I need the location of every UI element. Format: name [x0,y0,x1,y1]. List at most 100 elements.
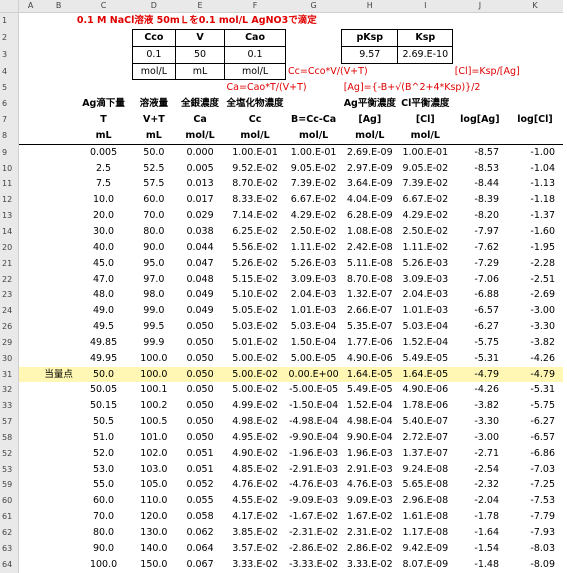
data-cell-col-1[interactable]: 105.0 [132,477,175,493]
data-cell-col-1[interactable]: 90.0 [132,240,175,256]
ksp-value-ksp[interactable]: 2.69.E-10 [397,45,454,64]
data-cell-col-0[interactable]: 30.0 [75,224,132,240]
row-number[interactable]: 8 [0,127,19,145]
data-cell-col-5[interactable]: 1.52.E-04 [342,398,398,414]
header-unit-col-4[interactable]: mol/L [286,128,342,144]
column-header-e[interactable]: E [175,0,225,13]
data-cell-col-8[interactable]: -1.95 [507,240,563,256]
data-cell-col-3[interactable]: 8.70.E-02 [225,176,286,192]
data-cell-col-5[interactable]: 1.67.E-02 [342,509,398,525]
data-cell-col-5[interactable]: 8.70.E-08 [342,272,398,288]
data-cell-col-4[interactable]: 3.09.E-03 [286,272,342,288]
data-cell-col-6[interactable]: 1.78.E-06 [398,398,453,414]
data-cell-col-2[interactable]: 0.049 [176,287,225,303]
data-cell-col-0[interactable]: 48.0 [75,287,132,303]
data-cell-col-0[interactable]: 2.5 [75,161,132,177]
row-number[interactable]: 21 [0,255,19,272]
param-unit-v[interactable]: mL [175,62,226,81]
row-number[interactable]: 22 [0,271,19,288]
row-number[interactable]: 24 [0,303,19,320]
data-cell-col-5[interactable]: 3.33.E-02 [342,557,398,573]
data-cell-col-8[interactable]: -3.30 [507,319,563,335]
data-cell-col-8[interactable]: -1.18 [507,192,563,208]
data-cell-col-2[interactable]: 0.052 [176,477,225,493]
data-cell-col-8[interactable]: -2.51 [507,272,563,288]
data-cell-col-3[interactable]: 4.99.E-02 [225,398,286,414]
data-cell-col-6[interactable]: 9.05.E-02 [398,161,453,177]
data-cell-col-0[interactable]: 90.0 [75,541,132,557]
data-cell-col-7[interactable]: -2.32 [453,477,507,493]
data-cell-col-6[interactable]: 4.90.E-06 [398,382,453,398]
data-cell-col-6[interactable]: 5.26.E-03 [398,256,453,272]
row-number[interactable]: 13 [0,208,19,224]
data-cell-col-1[interactable]: 97.0 [132,272,175,288]
data-cell-col-6[interactable]: 1.11.E-02 [398,240,453,256]
header-unit-col-6[interactable]: mol/L [398,128,453,144]
header-unit-col-2[interactable]: mol/L [176,128,225,144]
header-unit-col-5[interactable]: mol/L [342,128,398,144]
data-cell-col-4[interactable]: 5.00.E-05 [286,351,342,367]
data-cell-col-5[interactable]: 2.86.E-02 [342,541,398,557]
header-symbol-col-8[interactable]: log[Cl] [507,112,563,128]
data-cell-col-3[interactable]: 5.00.E-02 [224,366,286,383]
data-cell-col-4[interactable]: 1.01.E-03 [286,303,342,319]
header-label-col-2[interactable]: 全銀濃度 [176,96,225,112]
data-cell-col-3[interactable]: 4.17.E-02 [225,509,286,525]
data-cell-col-3[interactable]: 4.76.E-02 [225,477,286,493]
data-cell-col-4[interactable]: -1.67.E-02 [286,509,342,525]
data-cell-col-2[interactable]: 0.050 [176,351,225,367]
formula-ag[interactable]: [Ag]={-B+√(B^2+4*Ksp)}/2 [342,80,507,96]
row-number[interactable]: 4 [0,63,19,80]
data-cell-col-1[interactable]: 70.0 [132,208,175,224]
data-cell-col-4[interactable]: -4.98.E-04 [286,414,342,430]
data-cell-col-5[interactable]: 9.09.E-03 [342,493,398,509]
row-number[interactable]: 57 [0,414,19,430]
data-cell-col-0[interactable]: 49.85 [75,335,132,351]
data-cell-col-6[interactable]: 5.40.E-07 [398,414,453,430]
header-symbol-col-6[interactable]: [Cl] [398,112,453,128]
data-cell-col-7[interactable]: -2.54 [453,462,507,478]
data-cell-col-4[interactable]: -1.50.E-04 [286,398,342,414]
data-cell-col-2[interactable]: 0.000 [175,143,225,161]
header-label-col-7[interactable] [453,96,507,112]
header-symbol-col-2[interactable]: Ca [176,112,225,128]
data-cell-col-2[interactable]: 0.067 [176,557,225,573]
row-number[interactable]: 59 [0,477,19,494]
data-cell-col-1[interactable]: 130.0 [132,525,175,541]
data-cell-col-0[interactable]: 45.0 [75,256,132,272]
data-cell-col-6[interactable]: 9.42.E-09 [398,541,453,557]
column-header-k[interactable]: K [507,0,563,13]
data-cell-col-6[interactable]: 7.39.E-02 [398,176,453,192]
data-cell-col-5[interactable]: 2.69.E-09 [341,143,398,161]
formula-cc[interactable]: Cc=Cco*V/(V+T) [286,63,398,80]
header-label-col-5[interactable]: Ag平衡濃度 [342,96,398,112]
data-cell-col-1[interactable]: 100.1 [132,382,175,398]
data-cell-col-3[interactable]: 8.33.E-02 [225,192,286,208]
data-cell-col-7[interactable]: -1.78 [453,509,507,525]
data-cell-col-0[interactable]: 100.0 [75,557,132,573]
data-cell-col-5[interactable]: 3.64.E-09 [342,176,398,192]
data-cell-col-5[interactable]: 2.31.E-02 [342,525,398,541]
data-cell-col-8[interactable]: -7.25 [507,477,563,493]
data-cell-col-0[interactable]: 50.0 [74,366,133,383]
data-cell-col-2[interactable]: 0.044 [176,240,225,256]
title-cell[interactable]: 0.1 M NaCl溶液 50mＬを0.1 mol/L AgNO3で滴定 [75,13,398,30]
data-cell-col-1[interactable]: 80.0 [132,224,175,240]
data-cell-col-0[interactable]: 51.0 [75,430,132,446]
data-cell-col-7[interactable]: -5.75 [453,335,507,351]
data-cell-col-5[interactable]: 1.64.E-05 [341,366,398,383]
data-cell-col-6[interactable]: 1.01.E-03 [398,303,453,319]
data-cell-col-2[interactable]: 0.050 [176,319,225,335]
data-cell-col-1[interactable]: 103.0 [132,462,175,478]
data-cell-col-8[interactable]: -1.37 [507,208,563,224]
data-cell-col-5[interactable]: 4.04.E-09 [342,192,398,208]
header-symbol-col-1[interactable]: V+T [132,112,175,128]
data-cell-col-6[interactable]: 5.65.E-08 [398,477,453,493]
column-header-a[interactable]: A [18,0,43,13]
data-cell-col-7[interactable]: -2.04 [453,493,507,509]
row-number[interactable]: 26 [0,319,19,335]
formula-cl[interactable]: [Cl]=Ksp/[Ag] [453,63,563,80]
data-cell-col-0[interactable]: 50.5 [75,414,132,430]
row-number[interactable]: 1 [0,12,19,30]
formula-ca[interactable]: Ca=Cao*T/(V+T) [225,80,342,96]
